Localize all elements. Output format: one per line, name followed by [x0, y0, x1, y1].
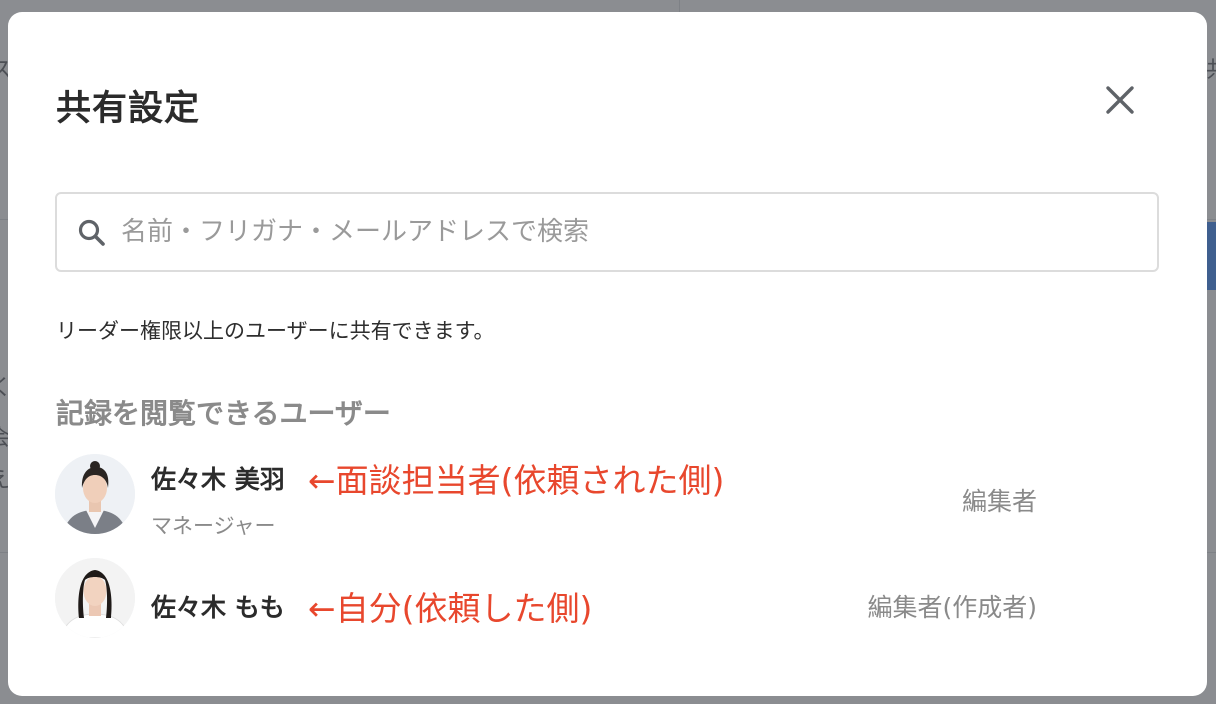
- close-button[interactable]: [1098, 78, 1142, 122]
- dialog-title: 共有設定: [56, 89, 201, 129]
- user-name: 佐々木 美羽: [151, 465, 285, 494]
- background-divider: [0, 552, 8, 553]
- annotation-text: ←自分(依頼した側): [308, 589, 593, 628]
- close-icon: [1106, 86, 1134, 114]
- search-input[interactable]: [121, 204, 1141, 260]
- user-role: マネージャー: [151, 514, 276, 538]
- search-icon: [78, 219, 105, 246]
- user-list-item[interactable]: 佐々木 もも ←自分(依頼した側) 編集者(作成者): [55, 558, 1159, 642]
- avatar: [55, 558, 135, 638]
- avatar: [55, 454, 135, 534]
- user-list-item[interactable]: 佐々木 美羽 ←面談担当者(依頼された側) マネージャー 編集者: [55, 454, 1159, 538]
- search-box[interactable]: [55, 192, 1159, 272]
- permission-dropdown[interactable]: 編集者: [962, 482, 1037, 518]
- background-divider: [1207, 219, 1216, 220]
- viewers-section-title: 記録を閲覧できるユーザー: [56, 397, 391, 430]
- background-accent-bar: [1207, 222, 1216, 290]
- background-divider: [1207, 552, 1216, 553]
- background-text-fragment: 共: [1206, 60, 1216, 82]
- user-name: 佐々木 もも: [151, 593, 285, 622]
- background-divider: [0, 219, 8, 220]
- share-settings-dialog: 共有設定 リーダー権限以上のユーザーに共有できます。 記録を閲覧できるユーザー: [8, 12, 1207, 696]
- annotation-text: ←面談担当者(依頼された側): [308, 461, 725, 500]
- background-divider: [679, 0, 680, 12]
- permission-dropdown[interactable]: 編集者(作成者): [867, 588, 1037, 624]
- share-permission-notice: リーダー権限以上のユーザーに共有できます。: [56, 319, 495, 343]
